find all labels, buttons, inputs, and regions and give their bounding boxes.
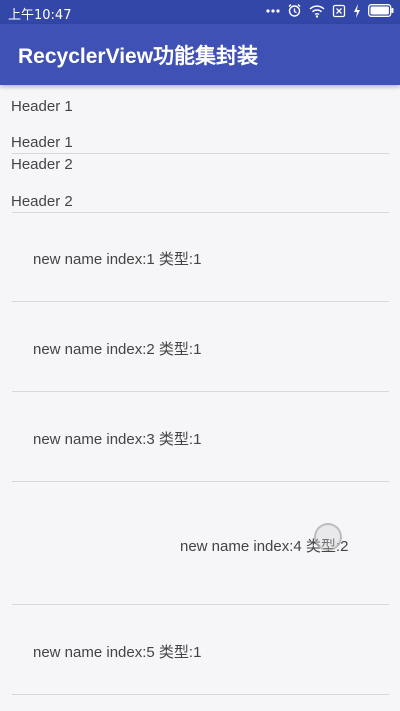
list-item[interactable]: new name index:2 类型:1 xyxy=(33,338,201,359)
touch-ripple xyxy=(314,523,342,551)
header-1-sublabel: Header 1 xyxy=(11,134,73,151)
item-divider xyxy=(12,391,389,392)
charging-icon xyxy=(353,3,361,18)
wifi-icon xyxy=(309,4,325,18)
item-divider xyxy=(12,301,389,302)
more-dots-icon xyxy=(266,4,280,18)
header-divider xyxy=(12,153,389,154)
header-1-label: Header 1 xyxy=(11,98,73,115)
item-divider xyxy=(12,694,389,695)
item-divider xyxy=(12,481,389,482)
status-bar: 上午10:47 xyxy=(0,0,400,24)
app-title: RecyclerView功能集封装 xyxy=(18,45,259,68)
header-2-label: Header 2 xyxy=(11,156,73,173)
item-divider xyxy=(12,604,389,605)
header-2-sublabel: Header 2 xyxy=(11,193,73,210)
battery-icon xyxy=(368,4,394,17)
list-item[interactable]: new name index:3 类型:1 xyxy=(33,428,201,449)
alarm-icon xyxy=(287,3,302,18)
list-item[interactable]: new name index:1 类型:1 xyxy=(33,248,201,269)
header-divider xyxy=(12,212,389,213)
status-icons xyxy=(266,3,394,18)
recycler-list[interactable]: Header 1 Header 1 Header 2 Header 2 new … xyxy=(0,85,400,711)
app-bar: RecyclerView功能集封装 xyxy=(0,24,400,85)
list-item[interactable]: new name index:5 类型:1 xyxy=(33,641,201,662)
sim-off-icon xyxy=(332,4,346,18)
status-time: 上午10:47 xyxy=(8,8,72,23)
